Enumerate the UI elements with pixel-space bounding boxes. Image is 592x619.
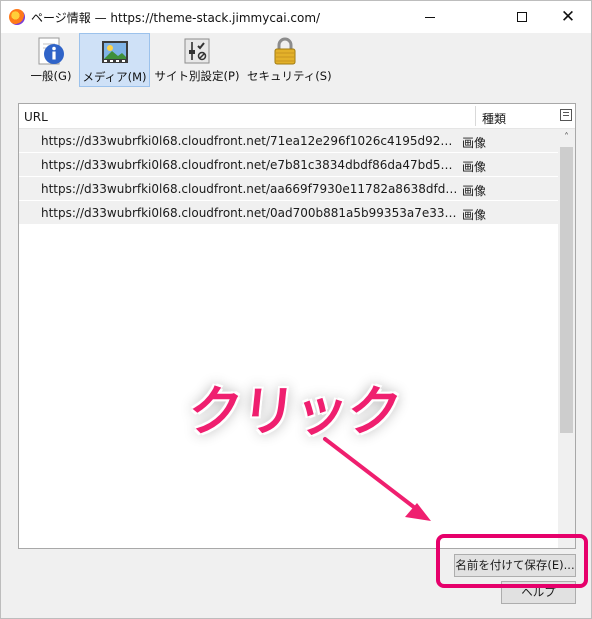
table-row[interactable]: https://d33wubrfki0l68.cloudfront.net/aa… <box>19 177 559 201</box>
highlight-box <box>436 534 588 588</box>
tab-security-label: セキュリティ(S) <box>247 69 332 83</box>
minimize-icon <box>425 16 435 18</box>
tab-permissions-label: サイト別設定(P) <box>154 69 240 83</box>
scroll-up-icon[interactable]: ˄ <box>558 129 575 146</box>
click-annotation: クリック <box>185 380 404 443</box>
title-bar: ページ情報 — https://theme-stack.jimmycai.com… <box>1 1 591 33</box>
tab-media-label: メディア(M) <box>82 70 147 84</box>
row-type: 画像 <box>462 160 487 174</box>
table-row[interactable]: https://d33wubrfki0l68.cloudfront.net/0a… <box>19 201 559 225</box>
column-header-type[interactable]: 種類 <box>482 110 506 127</box>
row-type: 画像 <box>462 208 487 222</box>
vertical-scrollbar[interactable]: ˄ ˅ <box>558 129 575 548</box>
column-header-url[interactable]: URL <box>24 110 48 124</box>
scroll-thumb[interactable] <box>560 147 573 433</box>
close-icon: ✕ <box>560 6 576 27</box>
row-url: https://d33wubrfki0l68.cloudfront.net/e7… <box>41 158 459 172</box>
minimize-button[interactable] <box>407 1 453 33</box>
media-icon <box>101 41 128 63</box>
row-type: 画像 <box>462 136 487 150</box>
row-url: https://d33wubrfki0l68.cloudfront.net/0a… <box>41 206 459 220</box>
window-title: ページ情報 — https://theme-stack.jimmycai.com… <box>31 11 321 25</box>
close-button[interactable]: ✕ <box>545 1 591 33</box>
table-row[interactable]: https://d33wubrfki0l68.cloudfront.net/71… <box>19 129 559 153</box>
pointer-arrow <box>323 437 431 521</box>
info-icon <box>38 37 64 65</box>
lock-icon <box>274 37 296 65</box>
firefox-icon <box>9 9 25 25</box>
media-rows: https://d33wubrfki0l68.cloudfront.net/71… <box>19 129 559 225</box>
permissions-icon <box>184 38 210 64</box>
column-divider[interactable] <box>475 106 476 126</box>
tab-general-label: 一般(G) <box>30 69 72 83</box>
tab-media[interactable]: メディア(M) <box>79 33 150 87</box>
tab-security[interactable]: セキュリティ(S) <box>247 33 332 87</box>
row-url: https://d33wubrfki0l68.cloudfront.net/aa… <box>41 182 459 196</box>
page-info-toolbar: 一般(G) メディア(M) サイト別設定(P) セキュリティ(S) <box>1 33 591 89</box>
list-header: URL 種類 <box>19 104 575 129</box>
tab-permissions[interactable]: サイト別設定(P) <box>154 33 240 87</box>
tab-general[interactable]: 一般(G) <box>25 33 77 87</box>
page-info-window: ページ情報 — https://theme-stack.jimmycai.com… <box>0 0 592 619</box>
maximize-icon <box>517 12 527 22</box>
row-type: 画像 <box>462 184 487 198</box>
column-picker-icon[interactable] <box>560 109 572 121</box>
media-list-panel: URL 種類 https://d33wubrfki0l68.cloudfront… <box>18 103 576 549</box>
table-row[interactable]: https://d33wubrfki0l68.cloudfront.net/e7… <box>19 153 559 177</box>
maximize-button[interactable] <box>499 1 545 33</box>
row-url: https://d33wubrfki0l68.cloudfront.net/71… <box>41 134 459 148</box>
